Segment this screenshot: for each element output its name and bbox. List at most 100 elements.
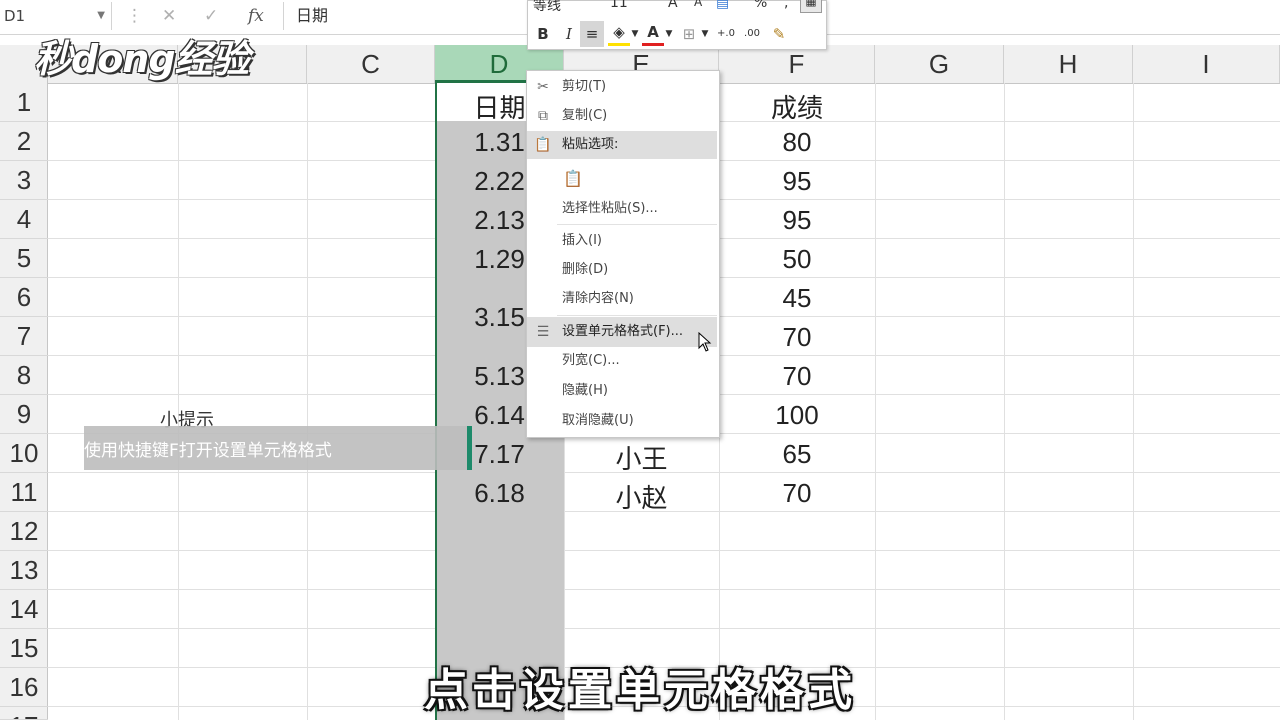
chevron-down-icon[interactable]: ▼: [700, 21, 710, 47]
row-header[interactable]: 10: [0, 434, 48, 473]
watermark-logo: 秒dong经验: [34, 28, 250, 83]
menu-item-clear-contents[interactable]: 清除内容(N): [527, 285, 717, 313]
font-color-icon[interactable]: A: [642, 21, 664, 46]
column-header-c[interactable]: C: [307, 45, 435, 83]
tip-accent-bar: [467, 426, 472, 470]
row-header[interactable]: 1: [0, 83, 48, 122]
cell-f2[interactable]: 80: [719, 127, 875, 158]
format-painter-icon[interactable]: ✎: [768, 21, 790, 47]
grow-font-icon[interactable]: A: [668, 0, 678, 11]
cell-f11[interactable]: 70: [719, 478, 875, 509]
decrease-decimal-icon[interactable]: .00: [740, 21, 764, 47]
cell-f9[interactable]: 100: [719, 400, 875, 431]
menu-item-label: 粘贴选项:: [562, 137, 619, 152]
cell-f5[interactable]: 50: [719, 244, 875, 275]
paste-icon: 📋: [534, 137, 552, 153]
fill-color-icon[interactable]: ◈: [608, 21, 630, 46]
video-subtitle: 点击设置单元格格式: [424, 665, 856, 716]
font-size-select[interactable]: 11: [610, 0, 628, 11]
increase-decimal-icon[interactable]: +.0: [714, 21, 738, 47]
column-header-f[interactable]: F: [719, 45, 875, 83]
function-icon[interactable]: fx: [248, 4, 264, 28]
column-header-i[interactable]: I: [1133, 45, 1280, 83]
chevron-down-icon[interactable]: ▼: [664, 21, 674, 47]
row-header[interactable]: 2: [0, 122, 48, 161]
row-header[interactable]: 11: [0, 473, 48, 512]
watermark-text: 秒dong经验: [34, 37, 250, 81]
menu-item-paste-values[interactable]: 📋: [527, 163, 717, 195]
row-header[interactable]: 9: [0, 395, 48, 434]
shrink-font-icon[interactable]: A: [694, 0, 702, 9]
row-header[interactable]: 14: [0, 590, 48, 629]
menu-item-label: 删除(D): [562, 262, 609, 277]
row-header[interactable]: 6: [0, 278, 48, 317]
row-header[interactable]: 13: [0, 551, 48, 590]
menu-separator: [557, 224, 717, 225]
row-header[interactable]: 3: [0, 161, 48, 200]
menu-item-unhide[interactable]: 取消隐藏(U): [527, 407, 717, 435]
cell-f8[interactable]: 70: [719, 361, 875, 392]
cell-d11[interactable]: 6.18: [435, 478, 564, 509]
cell-f10[interactable]: 65: [719, 439, 875, 470]
menu-item-label: 剪切(T): [562, 79, 607, 94]
row-header[interactable]: 8: [0, 356, 48, 395]
tip-text: 使用快捷键F打开设置单元格格式: [84, 441, 332, 461]
menu-item-copy[interactable]: ⧉ 复制(C): [527, 102, 717, 130]
menu-item-label: 清除内容(N): [562, 291, 634, 306]
menu-item-label: 设置单元格格式(F)...: [562, 324, 684, 339]
cell-e10[interactable]: 小王: [564, 439, 719, 476]
menu-item-hide[interactable]: 隐藏(H): [527, 377, 717, 405]
column-header-g[interactable]: G: [875, 45, 1004, 83]
menu-item-insert[interactable]: 插入(I): [527, 227, 717, 255]
row-header[interactable]: 12: [0, 512, 48, 551]
font-name-select[interactable]: 等线: [533, 0, 561, 15]
menu-item-paste-options: 📋 粘贴选项:: [527, 131, 717, 159]
italic-button[interactable]: I: [560, 21, 578, 47]
cell-e11[interactable]: 小赵: [564, 478, 719, 515]
cell-f7[interactable]: 70: [719, 322, 875, 353]
cell-f4[interactable]: 95: [719, 205, 875, 236]
scissors-icon: ✂: [537, 79, 549, 95]
menu-item-column-width[interactable]: 列宽(C)...: [527, 347, 717, 375]
borders-icon[interactable]: ⊞: [678, 21, 700, 47]
menu-item-label: 复制(C): [562, 108, 608, 123]
mini-toolbar-top-row: 等线 11 A A ▤ % , ▦: [528, 0, 826, 15]
format-cells-icon: ☰: [536, 324, 550, 340]
mini-toolbar-bottom-row: B I ≡ ◈ ▼ A ▼ ⊞ ▼ +.0 .00 ✎: [528, 21, 826, 47]
menu-item-label: 取消隐藏(U): [562, 413, 634, 428]
menu-item-label: 隐藏(H): [562, 383, 608, 398]
currency-format-icon[interactable]: ▤: [716, 0, 729, 11]
name-box[interactable]: D1 ▼: [0, 2, 112, 30]
menu-separator: [557, 315, 717, 316]
percent-format-button[interactable]: %: [754, 0, 767, 11]
cell-f6[interactable]: 45: [719, 283, 875, 314]
menu-item-cut[interactable]: ✂ 剪切(T): [527, 73, 717, 101]
mouse-cursor-icon: [698, 332, 712, 352]
context-menu: ✂ 剪切(T) ⧉ 复制(C) 📋 粘贴选项: 📋 选择性粘贴(S)... 插入…: [526, 70, 720, 438]
check-icon[interactable]: ✓: [204, 4, 218, 28]
menu-item-label: 选择性粘贴(S)...: [562, 201, 658, 216]
bold-button[interactable]: B: [534, 21, 552, 47]
more-icon: ⋮: [126, 6, 143, 26]
mini-toolbar: 等线 11 A A ▤ % , ▦ B I ≡ ◈ ▼ A ▼ ⊞ ▼ +.0 …: [527, 0, 827, 50]
menu-item-label: 插入(I): [562, 233, 602, 248]
column-header-h[interactable]: H: [1004, 45, 1133, 83]
menu-item-paste-special[interactable]: 选择性粘贴(S)...: [527, 195, 717, 223]
align-center-icon[interactable]: ≡: [580, 21, 604, 47]
copy-icon: ⧉: [538, 108, 548, 124]
menu-item-label: 列宽(C)...: [562, 353, 620, 368]
row-headers: 1 2 3 4 5 6 7 8 9 10 11 12 13 14 15 16 1…: [0, 83, 48, 720]
paste-values-icon: 📋: [563, 169, 583, 188]
cell-f3[interactable]: 95: [719, 166, 875, 197]
cell-f1[interactable]: 成绩: [719, 88, 875, 125]
comma-format-button[interactable]: ,: [784, 0, 788, 11]
row-header[interactable]: 5: [0, 239, 48, 278]
row-header[interactable]: 7: [0, 317, 48, 356]
chevron-down-icon[interactable]: ▼: [630, 21, 640, 47]
row-header[interactable]: 4: [0, 200, 48, 239]
chevron-down-icon[interactable]: ▼: [97, 2, 105, 30]
menu-item-format-cells[interactable]: ☰ 设置单元格格式(F)...: [527, 317, 717, 347]
menu-item-delete[interactable]: 删除(D): [527, 256, 717, 284]
cancel-icon[interactable]: ✕: [162, 4, 176, 28]
format-table-icon[interactable]: ▦: [800, 0, 822, 13]
